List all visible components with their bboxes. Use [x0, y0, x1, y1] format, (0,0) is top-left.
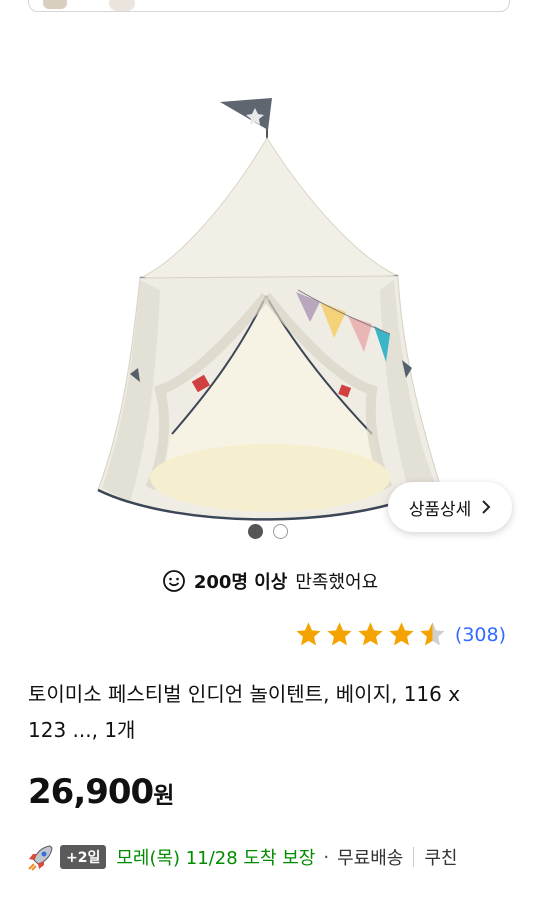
product-image[interactable] — [90, 90, 450, 530]
price-unit: 원 — [153, 783, 175, 809]
carousel-dot[interactable] — [273, 524, 288, 539]
price-amount: 26,900 — [28, 772, 154, 812]
arrival-guarantee: 모레(목) 11/28 도착 보장 — [116, 848, 316, 869]
coupang-tag: 쿠친 — [424, 848, 458, 869]
satisfaction-summary: 200명 이상 만족했어요 — [0, 568, 540, 594]
product-price: 26,900 원 — [28, 772, 174, 812]
star-icon — [327, 622, 352, 646]
chevron-right-icon — [482, 500, 491, 514]
star-icon — [389, 622, 414, 646]
product-title: 토이미소 페스티벌 인디언 놀이텐트, 베이지, 116 x 123 ..., … — [28, 682, 461, 742]
rocket-icon — [28, 845, 53, 871]
carousel-dot-active[interactable] — [248, 524, 263, 539]
previous-item-chip[interactable] — [28, 0, 510, 12]
divider — [413, 847, 415, 867]
review-count[interactable]: (308) — [455, 624, 506, 646]
star-icon — [296, 622, 321, 646]
delivery-badge: +2일 — [60, 845, 107, 869]
chip-thumbnail — [43, 0, 67, 9]
detail-button-label: 상품상세 — [408, 499, 472, 520]
satisfaction-count: 200명 이상 — [193, 572, 288, 593]
star-half-icon — [420, 622, 445, 646]
product-rating[interactable]: (308) — [294, 620, 506, 649]
carousel-indicator — [248, 524, 288, 539]
delivery-info: +2일 모레(목) 11/28 도착 보장 · 무료배송 쿠친 — [26, 842, 457, 872]
separator-dot: · — [323, 846, 330, 868]
star-icon — [358, 622, 383, 646]
product-detail-button[interactable]: 상품상세 — [388, 482, 512, 532]
chip-thumbnail — [109, 0, 135, 11]
smile-icon — [162, 570, 185, 592]
free-shipping: 무료배송 — [337, 848, 404, 869]
satisfaction-text: 만족했어요 — [295, 572, 379, 593]
